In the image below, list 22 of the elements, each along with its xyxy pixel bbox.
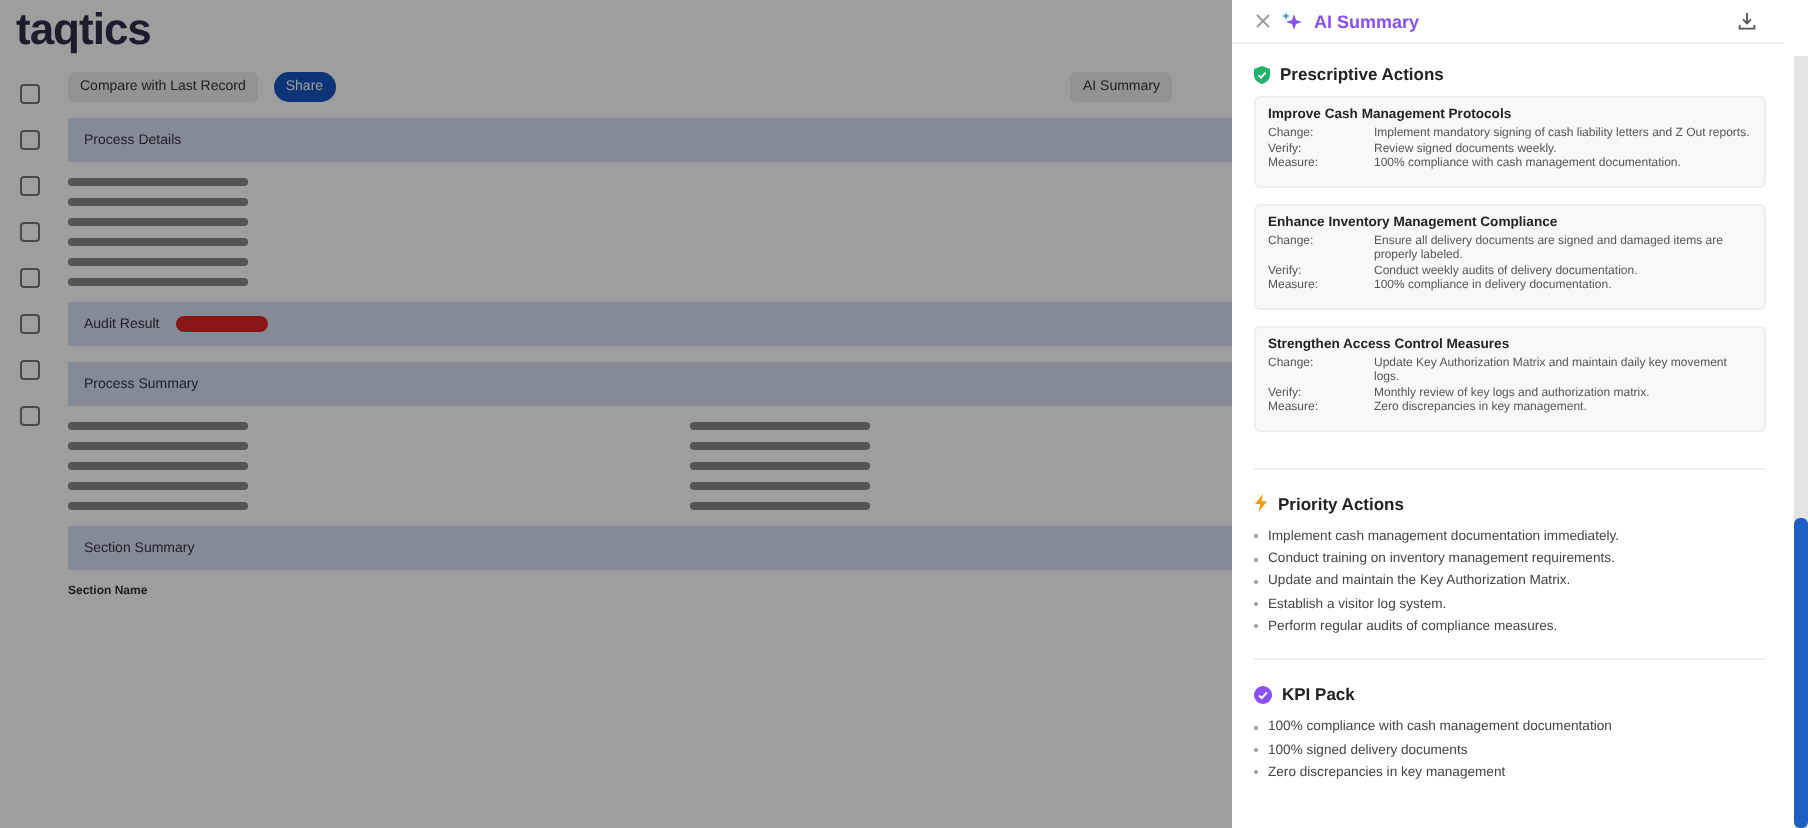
nav-icon[interactable] bbox=[20, 222, 40, 242]
scrollbar[interactable] bbox=[1794, 56, 1808, 828]
download-icon[interactable] bbox=[1738, 12, 1756, 31]
logo: taqtics bbox=[14, 2, 153, 58]
check-badge-icon bbox=[1254, 685, 1272, 704]
shield-icon bbox=[1254, 65, 1270, 84]
nav-icon[interactable] bbox=[20, 314, 40, 334]
nav-icon[interactable] bbox=[20, 130, 40, 150]
nav-icon[interactable] bbox=[20, 84, 40, 104]
panel-title: AI Summary bbox=[1314, 11, 1420, 32]
section-heading: KPI Pack bbox=[1282, 684, 1355, 705]
nav-icon[interactable] bbox=[20, 268, 40, 288]
nav-icon[interactable] bbox=[20, 360, 40, 380]
lightning-icon bbox=[1254, 494, 1268, 513]
scroll-thumb[interactable] bbox=[1794, 518, 1808, 828]
nav-icon[interactable] bbox=[20, 176, 40, 196]
section-heading: Priority Actions bbox=[1278, 493, 1404, 514]
section-heading: Prescriptive Actions bbox=[1280, 64, 1444, 85]
result-badge bbox=[175, 316, 268, 332]
sparkle-icon bbox=[1282, 11, 1302, 32]
close-icon[interactable] bbox=[1256, 14, 1270, 29]
nav-icon[interactable] bbox=[20, 406, 40, 426]
